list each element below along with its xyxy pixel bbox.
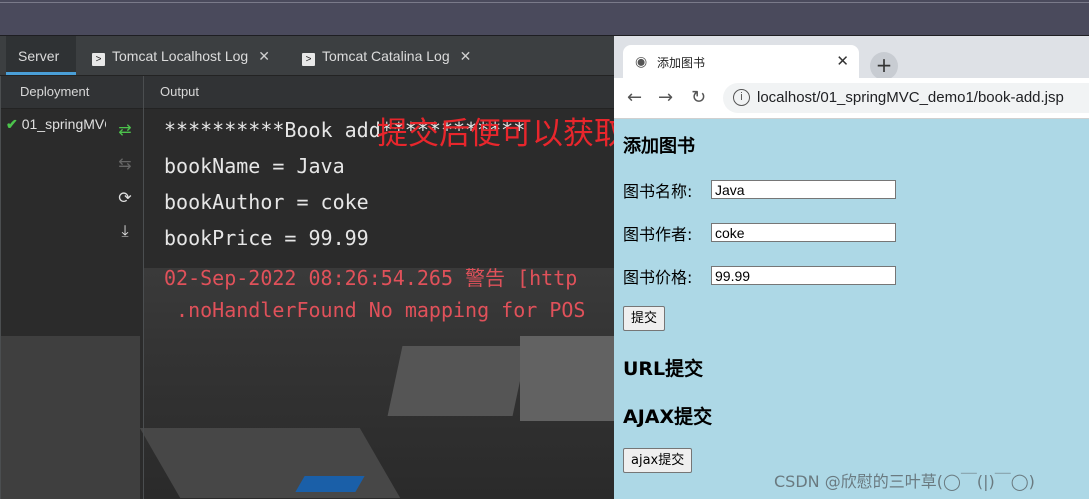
undeploy-icon: ⇆ xyxy=(118,154,132,173)
top-line xyxy=(0,2,1089,3)
console-line: bookName = Java xyxy=(164,154,345,178)
forward-icon[interactable]: → xyxy=(658,87,673,108)
browser-tab[interactable]: ◉ 添加图书 ✕ xyxy=(623,45,859,78)
output-header: Output xyxy=(160,84,200,99)
scene-water xyxy=(295,476,365,492)
console-line: bookPrice = 99.99 xyxy=(164,226,369,250)
column-header: Deployment Output xyxy=(0,76,614,109)
back-icon[interactable]: ← xyxy=(627,87,642,108)
window-top-bar xyxy=(0,0,1089,36)
close-icon[interactable]: ✕ xyxy=(836,52,849,70)
divider xyxy=(0,76,1,499)
close-icon[interactable]: ✕ xyxy=(460,48,472,64)
scene-block xyxy=(0,336,140,499)
ide-panel: Server > Tomcat Localhost Log ✕ > Tomcat Ca… xyxy=(0,36,614,499)
book-author-label: 图书作者: xyxy=(623,225,693,244)
ajax-submit-button[interactable]: ajax提交 xyxy=(623,448,693,473)
console-warning-line: 02-Sep-2022 08:26:54.265 警告 [http xyxy=(164,266,578,290)
page-title: 添加图书 xyxy=(623,136,695,157)
tab-server[interactable]: Server xyxy=(6,36,76,75)
console-line: bookAuthor = coke xyxy=(164,190,369,214)
url-submit-heading: URL提交 xyxy=(623,358,704,380)
divider xyxy=(143,76,144,499)
submit-button[interactable]: 提交 xyxy=(623,306,666,331)
reload-icon[interactable]: ↻ xyxy=(691,87,706,108)
redeploy-icon[interactable]: ⇄ xyxy=(115,120,135,140)
book-author-input[interactable]: coke xyxy=(711,223,896,242)
browser-window: ◉ 添加图书 ✕ + ← → ↻ i localhost/01_springMV… xyxy=(614,36,1089,499)
deployment-item[interactable]: ✔01_springMVC_demo1 xyxy=(6,116,106,133)
ide-tab-bar: Server > Tomcat Localhost Log ✕ > Tomcat Ca… xyxy=(0,36,614,76)
scene-block xyxy=(387,346,528,416)
info-icon[interactable]: i xyxy=(733,89,750,106)
url-text: localhost/01_springMVC_demo1/book-add.js… xyxy=(757,89,1064,106)
check-icon: ✔ xyxy=(6,116,18,132)
address-bar[interactable]: i localhost/01_springMVC_demo1/book-add.… xyxy=(723,83,1089,113)
browser-tab-title: 添加图书 xyxy=(657,56,706,70)
book-name-label: 图书名称: xyxy=(623,182,693,201)
ajax-submit-heading: AJAX提交 xyxy=(623,406,713,428)
deployment-header: Deployment xyxy=(20,84,90,99)
watermark: CSDN @欣慰的三叶草(◯￣(|)￣◯) xyxy=(774,472,1035,491)
console-icon: > xyxy=(302,53,315,66)
tab-tomcat-catalina-log[interactable]: > Tomcat Catalina Log ✕ xyxy=(290,36,483,75)
console-icon: > xyxy=(92,53,105,66)
refresh-icon[interactable]: ⟳ xyxy=(115,188,135,208)
globe-icon: ◉ xyxy=(635,54,648,70)
tab-label: Tomcat Catalina Log xyxy=(322,48,450,64)
console-warning-line: .noHandlerFound No mapping for POS xyxy=(164,298,586,322)
deployment-item-label: 01_springMVC_demo1 xyxy=(21,116,106,132)
close-icon[interactable]: ✕ xyxy=(258,48,270,64)
tab-tomcat-localhost-log[interactable]: > Tomcat Localhost Log ✕ xyxy=(80,36,282,75)
tab-label: Server xyxy=(18,48,60,64)
book-price-label: 图书价格: xyxy=(623,268,693,287)
browser-nav-bar: ← → ↻ i localhost/01_springMVC_demo1/boo… xyxy=(614,78,1089,119)
scene-block xyxy=(139,428,401,498)
tab-label: Tomcat Localhost Log xyxy=(112,48,249,64)
scene-block xyxy=(520,336,614,421)
book-price-input[interactable]: 99.99 xyxy=(711,266,896,285)
browser-tab-bar: ◉ 添加图书 ✕ + xyxy=(614,36,1089,80)
book-name-input[interactable]: Java xyxy=(711,180,896,199)
new-tab-button[interactable]: + xyxy=(870,52,898,80)
dump-icon[interactable]: ⤓ xyxy=(115,221,135,241)
